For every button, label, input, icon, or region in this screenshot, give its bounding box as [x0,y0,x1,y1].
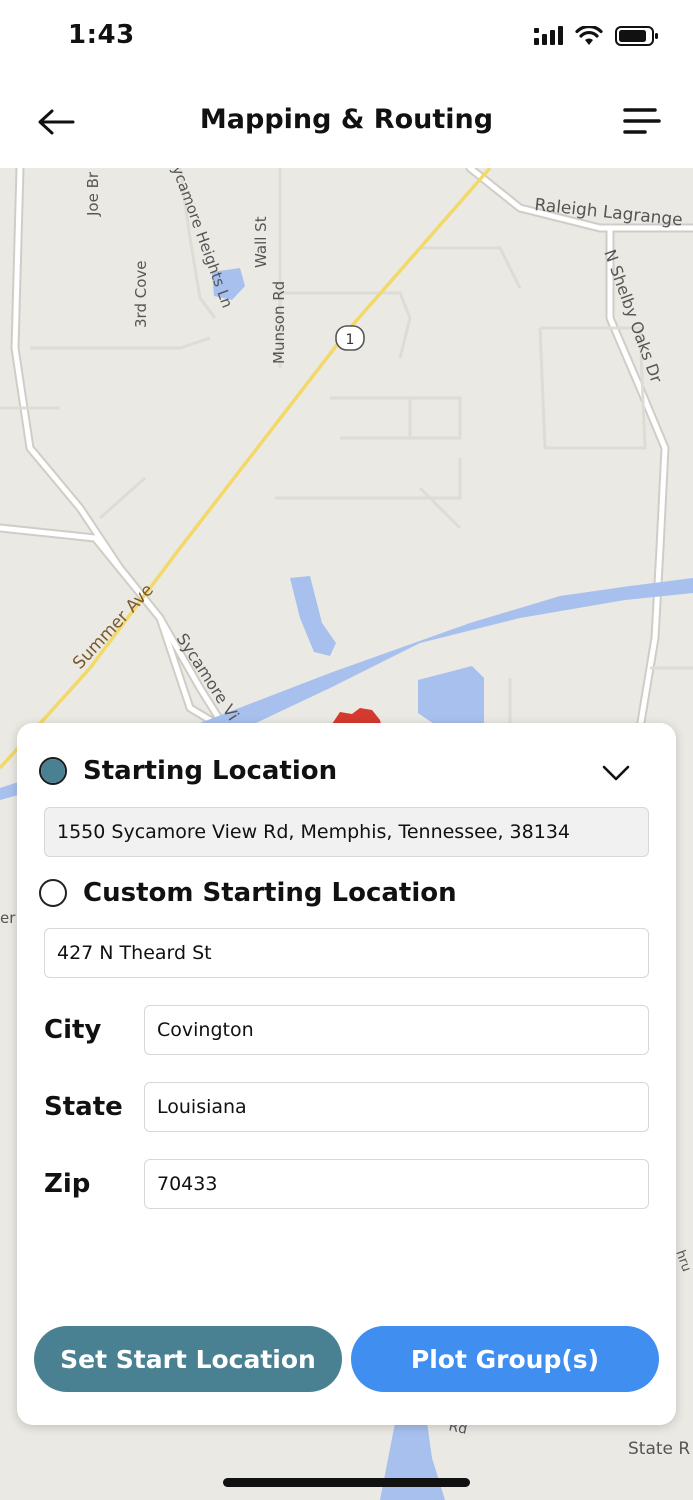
collapse-toggle[interactable] [600,761,632,785]
starting-location-label: Starting Location [83,756,338,786]
route-shield: 1 [335,325,365,351]
map-label-left-edge: er [0,909,16,927]
app-header: Mapping & Routing [0,76,693,168]
city-input[interactable]: Covington [144,1005,649,1055]
menu-button[interactable] [621,104,661,140]
starting-location-radio[interactable] [39,757,67,785]
start-location-panel: Starting Location 1550 Sycamore View Rd,… [17,723,676,1425]
map-label-munson: Munson Rd [270,281,288,364]
status-time: 1:43 [68,20,135,50]
set-start-location-button[interactable]: Set Start Location [34,1326,342,1392]
zip-input[interactable]: 70433 [144,1159,649,1209]
zip-label: Zip [44,1169,91,1199]
state-label: State [44,1092,123,1122]
menu-icon [623,108,661,134]
street-input[interactable]: 427 N Theard St [44,928,649,978]
state-input[interactable]: Louisiana [144,1082,649,1132]
route-shield-label: 1 [346,332,355,348]
status-bar: 1:43 [0,0,693,76]
map-label-state-rd: State R [628,1439,690,1459]
page-title: Mapping & Routing [199,104,494,135]
home-indicator[interactable] [223,1478,470,1487]
cellular-signal-icon [534,26,563,45]
city-label: City [44,1015,102,1045]
wifi-icon [575,26,603,45]
chevron-down-icon [602,765,630,781]
map-label-wall: Wall St [252,216,270,268]
custom-location-label: Custom Starting Location [83,878,457,908]
map-label-joe: Joe Br [84,171,102,217]
radio-selected-dot [41,759,65,783]
battery-icon [615,26,658,46]
map-label-3rd-cove: 3rd Cove [132,261,150,329]
status-icons [533,25,659,47]
custom-location-option[interactable]: Custom Starting Location [39,878,457,908]
starting-location-option[interactable]: Starting Location [39,756,337,786]
plot-groups-button[interactable]: Plot Group(s) [351,1326,659,1392]
starting-address-field: 1550 Sycamore View Rd, Memphis, Tennesse… [44,807,649,857]
custom-location-radio[interactable] [39,879,67,907]
